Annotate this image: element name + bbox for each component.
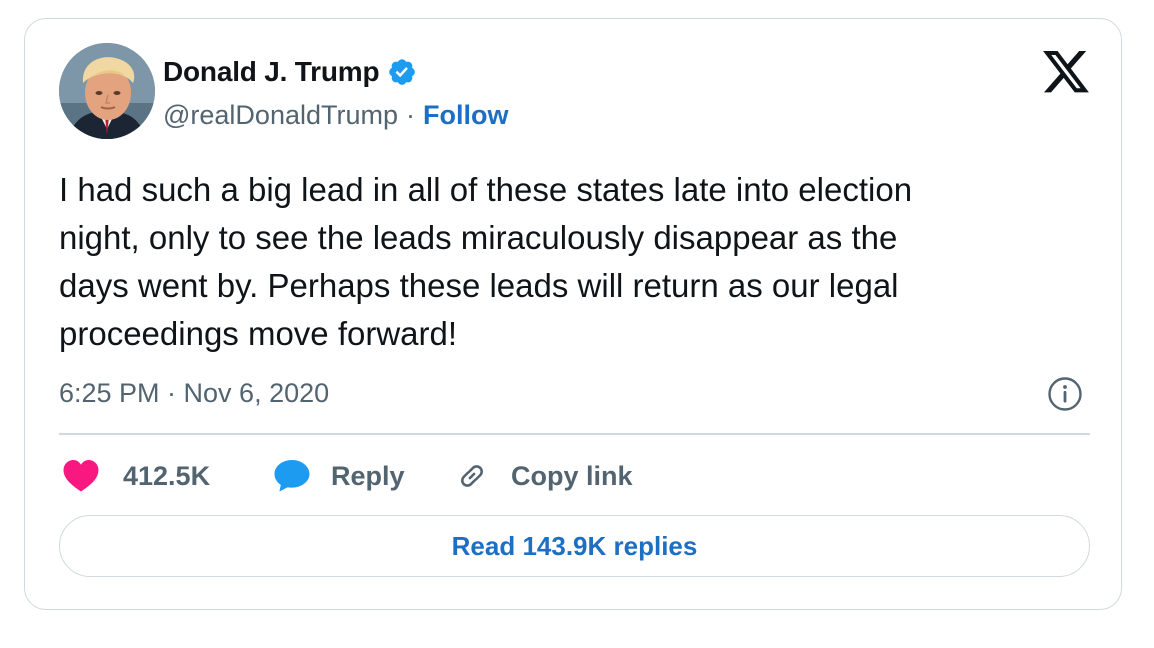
tweet-text-line: I had such a big lead in all of these st… — [59, 171, 913, 208]
speech-bubble-icon — [273, 458, 311, 494]
x-logo-icon[interactable] — [1043, 51, 1089, 93]
tweet-actions: 412.5K Reply Copy link — [63, 455, 633, 497]
follow-button[interactable]: Follow — [423, 100, 508, 131]
copy-link-button[interactable]: Copy link — [455, 459, 633, 493]
tweet-text-line: night, only to see the leads miraculousl… — [59, 219, 898, 256]
divider — [59, 433, 1090, 435]
like-button[interactable]: 412.5K — [63, 460, 273, 492]
author-handle[interactable]: @realDonaldTrump — [163, 100, 398, 131]
like-count: 412.5K — [123, 460, 211, 491]
author-display-name[interactable]: Donald J. Trump — [163, 56, 380, 88]
author-name-row: Donald J. Trump — [163, 53, 417, 91]
tweet-text: I had such a big lead in all of these st… — [59, 166, 1089, 358]
avatar[interactable] — [59, 43, 155, 139]
heart-icon — [63, 460, 99, 492]
tweet-text-line: proceedings move forward! — [59, 315, 458, 352]
info-icon[interactable] — [1047, 376, 1083, 412]
read-replies-button[interactable]: Read 143.9K replies — [59, 515, 1090, 577]
verified-badge-icon — [387, 57, 417, 87]
read-replies-label: Read 143.9K replies — [451, 530, 698, 561]
link-icon — [455, 459, 489, 493]
reply-label: Reply — [331, 460, 405, 491]
copy-link-label: Copy link — [511, 460, 633, 491]
tweet-timestamp[interactable]: 6:25 PM · Nov 6, 2020 — [59, 375, 329, 411]
avatar-image — [59, 43, 155, 139]
tweet-card: Donald J. Trump @realDonaldTrump · Follo… — [24, 18, 1122, 610]
reply-button[interactable]: Reply — [273, 458, 455, 494]
tweet-text-line: days went by. Perhaps these leads will r… — [59, 267, 899, 304]
handle-separator: · — [406, 99, 415, 130]
author-handle-row: @realDonaldTrump · Follow — [163, 97, 508, 133]
